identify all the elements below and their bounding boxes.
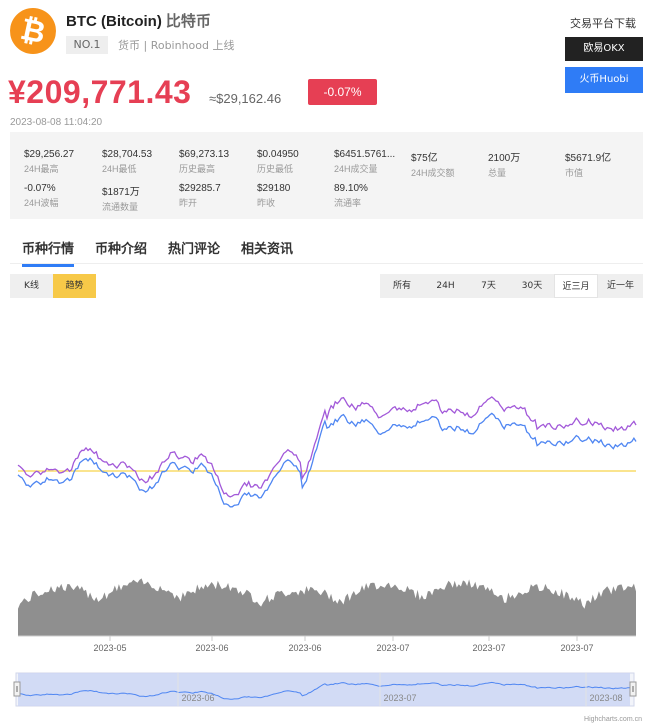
price-series-blue — [17, 412, 637, 508]
x-tick-label: 2023-07 — [560, 643, 593, 653]
navigator-tick-label: 2023-07 — [383, 693, 416, 703]
price-series-purple — [17, 396, 637, 498]
navigator-tick-label: 2023-06 — [181, 693, 214, 703]
price-trend-chart: 2023-05 2023-06 2023-06 2023-07 2023-07 2023-… — [13, 396, 637, 707]
volume-area — [18, 578, 636, 636]
x-tick-label: 2023-07 — [472, 643, 505, 653]
chart-credit: Highcharts.com.cn — [584, 716, 642, 723]
navigator-mask[interactable] — [18, 673, 630, 706]
x-axis-ticks: 2023-05 2023-06 2023-06 2023-07 2023-07 2023-… — [93, 636, 594, 653]
x-tick-label: 2023-06 — [195, 643, 228, 653]
x-tick-label: 2023-06 — [288, 643, 321, 653]
navigator-tick-label: 2023-08 — [589, 693, 622, 703]
x-tick-label: 2023-07 — [376, 643, 409, 653]
x-tick-label: 2023-05 — [93, 643, 126, 653]
